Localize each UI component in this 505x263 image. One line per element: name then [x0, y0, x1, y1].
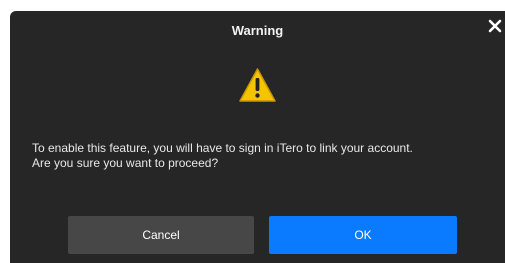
message-line-2: Are you sure you want to proceed?	[32, 156, 219, 170]
ok-button[interactable]: OK	[269, 216, 457, 254]
dialog-message: To enable this feature, you will have to…	[32, 141, 497, 171]
message-line-1: To enable this feature, you will have to…	[32, 141, 413, 155]
close-icon[interactable]	[487, 18, 503, 34]
warning-triangle-icon	[238, 67, 277, 103]
cancel-button[interactable]: Cancel	[68, 216, 254, 254]
dialog-title: Warning	[231, 23, 284, 38]
warning-dialog: Warning To enable this feature, you will…	[10, 11, 505, 263]
